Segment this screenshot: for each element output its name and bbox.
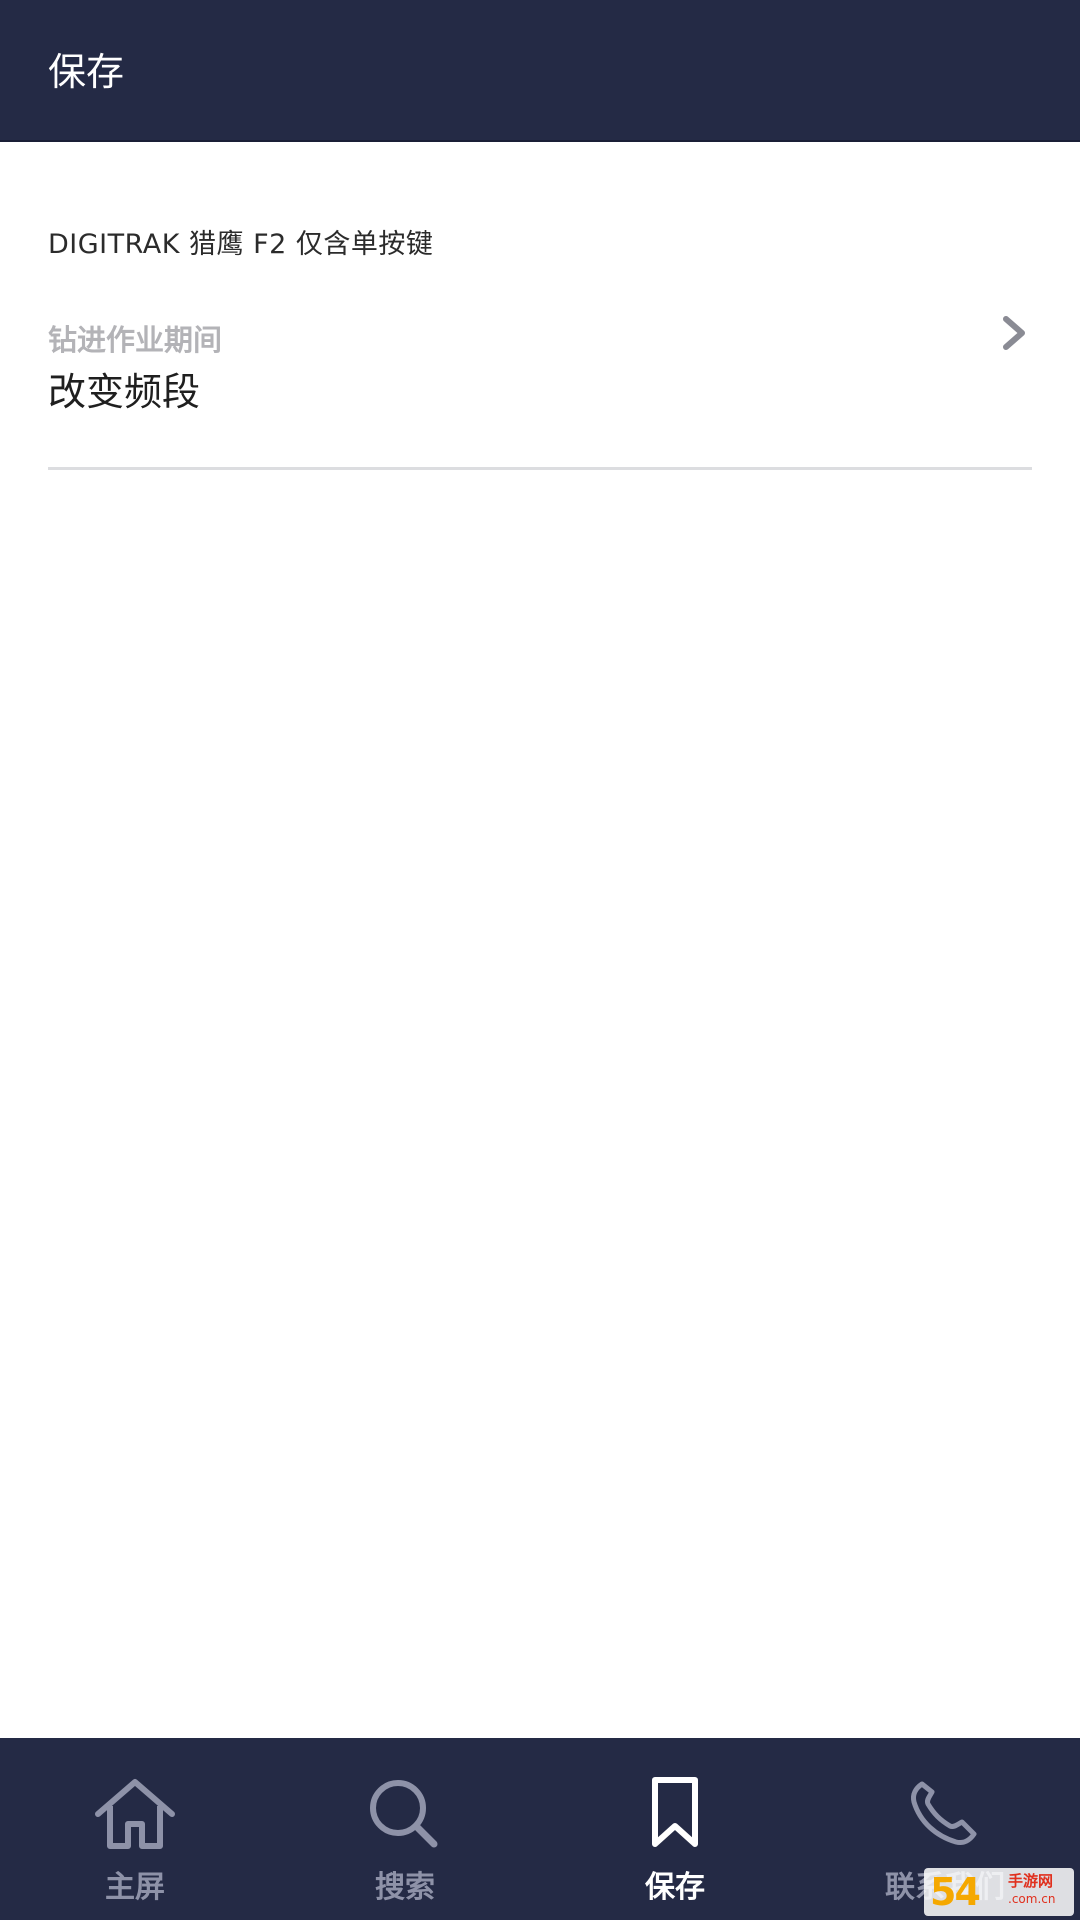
- search-icon: [370, 1780, 438, 1848]
- home-icon: [95, 1779, 175, 1849]
- saved-item[interactable]: 钻进作业期间 改变频段: [48, 316, 1032, 610]
- bottom-nav: 主屏 搜索 保存 联系我们 54 手游网 .com.cn: [0, 1738, 1080, 1920]
- watermark-number: 54: [930, 1870, 981, 1914]
- saved-item-subtitle: 钻进作业期间: [48, 323, 223, 357]
- tab-saved-label: 保存: [645, 1870, 705, 1905]
- tab-saved[interactable]: 保存: [540, 1738, 810, 1920]
- page-title: 保存: [48, 50, 125, 94]
- watermark-domain: .com.cn: [1008, 1892, 1056, 1906]
- chevron-right-icon: [1003, 316, 1025, 350]
- bookmark-icon: [652, 1777, 698, 1847]
- watermark-text: 手游网: [1008, 1872, 1054, 1890]
- app-bar: 保存: [0, 0, 1080, 142]
- saved-item-title: 改变频段: [48, 370, 201, 414]
- tab-search[interactable]: 搜索: [270, 1738, 540, 1920]
- section-header: DIGITRAK 猎鹰 F2 仅含单按键: [48, 229, 434, 260]
- tab-search-label: 搜索: [375, 1870, 435, 1905]
- watermark-logo: 54 手游网 .com.cn: [924, 1868, 1074, 1916]
- tab-home-label: 主屏: [105, 1870, 165, 1905]
- tab-home[interactable]: 主屏: [0, 1738, 270, 1920]
- divider: [48, 467, 1032, 470]
- phone-icon: [911, 1781, 977, 1845]
